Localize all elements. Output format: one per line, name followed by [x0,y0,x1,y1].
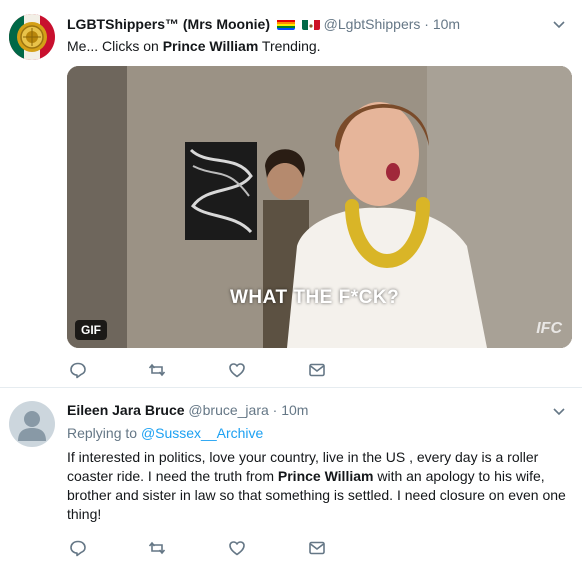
mexico-flag-icon [301,18,320,30]
retweet-icon[interactable] [148,361,166,379]
retweet-icon[interactable] [148,539,166,557]
like-icon[interactable] [228,361,246,379]
separator: · [272,402,278,418]
tweet-text-line: coaster ride. I need the truth from Prin… [67,467,566,486]
tweet-header: Eileen Jara Bruce @bruce_jara · 10m [67,401,308,419]
ifc-watermark: IFC [536,320,562,337]
like-icon[interactable] [228,539,246,557]
direct-message-icon[interactable] [308,539,326,557]
tweet-text: If interested in politics, love your cou… [67,448,566,524]
tweet-text-line: If interested in politics, love your cou… [67,449,539,465]
replying-to: Replying to @Sussex__Archive [67,424,263,442]
trending-topic-link[interactable]: Prince William [278,468,374,484]
trending-topic-link[interactable]: Prince William [163,38,259,54]
chevron-down-icon[interactable] [552,404,566,418]
tweet-1[interactable]: LGBTShippers™ (Mrs Moonie) @LgbtShippers… [0,0,582,388]
avatar[interactable] [9,14,55,60]
tweet-text-line: brother and sister in law so that someth… [67,487,566,503]
user-handle[interactable]: @LgbtShippers [324,16,421,32]
display-name[interactable]: Eileen Jara Bruce [67,402,185,418]
timestamp[interactable]: 10m [433,16,460,32]
display-name[interactable]: LGBTShippers™ (Mrs Moonie) [67,16,270,32]
chevron-down-icon[interactable] [552,17,566,31]
replying-to-handle-link[interactable]: @Sussex__Archive [141,425,263,441]
tweet-text-line: thing! [67,506,102,522]
separator: · [424,16,429,32]
avatar-default[interactable] [9,401,55,447]
tweet-text: Me... Clicks on Prince William Trending. [67,37,321,55]
gif-media[interactable]: WHAT THE F*CK? IFC GIF [67,66,572,348]
reply-icon[interactable] [69,361,87,379]
replying-to-label: Replying to [67,425,141,441]
tweet-text-part: Me... Clicks on [67,38,163,54]
reply-icon[interactable] [69,539,87,557]
gif-caption: WHAT THE F*CK? [230,287,400,308]
tweet-text-part: with an apology to his wife, [373,468,545,484]
rainbow-flag-icon [276,18,295,30]
gif-badge: GIF [75,320,107,340]
tweet-text-part: Trending. [258,38,321,54]
tweet-actions [67,539,367,559]
user-handle[interactable]: @bruce_jara [188,402,268,418]
timestamp[interactable]: 10m [281,402,308,418]
direct-message-icon[interactable] [308,361,326,379]
tweet-actions [67,361,367,381]
tweet-text-part: coaster ride. I need the truth from [67,468,278,484]
tweet-header: LGBTShippers™ (Mrs Moonie) @LgbtShippers… [67,15,460,33]
